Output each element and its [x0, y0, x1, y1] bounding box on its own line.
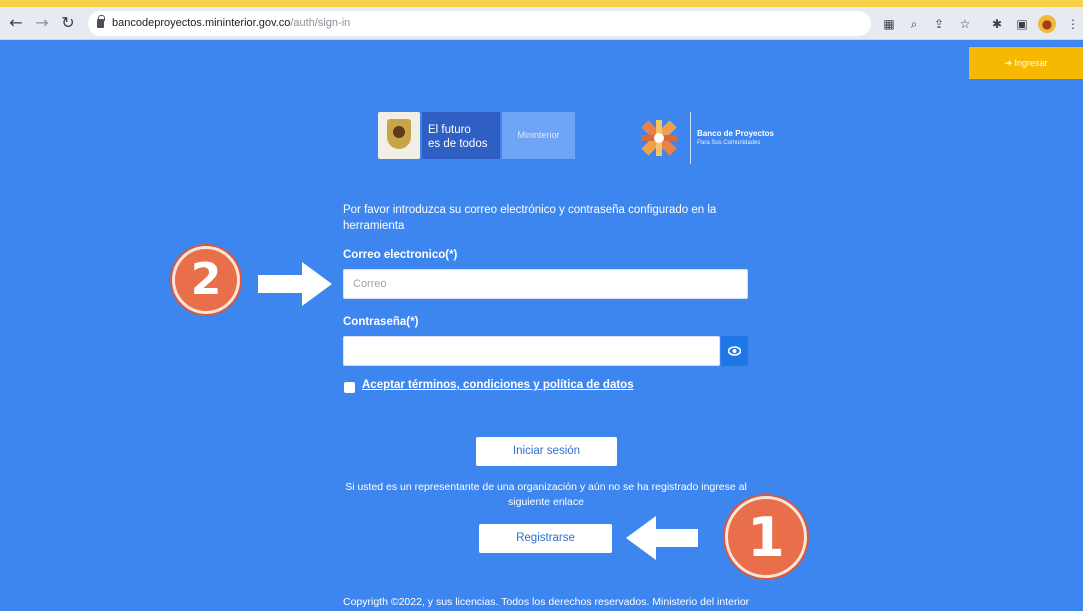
copyright-footer: Copyrigth ©2022, y sus licencias. Todos … — [343, 596, 750, 608]
extensions-puzzle-icon[interactable]: ✱ — [988, 15, 1006, 33]
back-arrow-icon[interactable]: ← — [6, 13, 26, 33]
banco-subtitle: Para Sus Comunidades — [697, 140, 761, 146]
banco-logo: Banco de Proyectos Para Sus Comunidades — [636, 112, 806, 164]
step-1-number: 1 — [747, 506, 785, 569]
step-2-number: 2 — [190, 254, 222, 305]
gov-slogan-line2: es de todos — [428, 138, 488, 150]
ministry-name: Mininterior — [502, 112, 575, 159]
email-field[interactable] — [343, 269, 748, 299]
enter-button-label: Ingresar — [1014, 58, 1048, 68]
step-1-badge: 1 — [725, 496, 807, 578]
url-host: bancodeproyectos.mininterior.gov.co — [112, 17, 291, 29]
gov-slogan: El futuro es de todos — [422, 112, 500, 159]
reload-icon[interactable]: ↻ — [58, 13, 78, 33]
browser-toolbar: ← → ↻ bancodeproyectos.mininterior.gov.c… — [0, 7, 1083, 40]
browser-top-stripe — [0, 0, 1083, 7]
translate-icon[interactable]: ▦ — [880, 15, 898, 33]
password-field[interactable] — [343, 336, 720, 366]
show-password-button[interactable] — [721, 336, 748, 366]
eye-icon — [728, 346, 741, 356]
email-label: Correo electronico(*) — [343, 249, 458, 261]
password-label: Contraseña(*) — [343, 316, 419, 328]
address-bar[interactable]: bancodeproyectos.mininterior.gov.co/auth… — [88, 11, 871, 36]
share-icon[interactable]: ⇪ — [930, 15, 948, 33]
banco-separator — [690, 112, 691, 164]
side-panel-icon[interactable]: ▣ — [1013, 15, 1031, 33]
zoom-icon[interactable]: ⌕ — [905, 15, 923, 33]
register-note: Si usted es un representante de una orga… — [345, 481, 747, 508]
profile-avatar-icon[interactable]: ● — [1038, 15, 1056, 33]
kebab-menu-icon[interactable]: ⋮ — [1064, 15, 1082, 33]
enter-button[interactable]: ➔ Ingresar — [969, 47, 1083, 79]
banco-mark-icon — [641, 120, 677, 156]
login-button[interactable]: Iniciar sesión — [476, 437, 617, 466]
left-arrow-icon — [626, 516, 698, 560]
coat-of-arms-icon — [387, 119, 411, 149]
right-arrow-icon — [258, 262, 332, 306]
register-button[interactable]: Registrarse — [479, 524, 612, 553]
terms-link[interactable]: Aceptar términos, condiciones y política… — [362, 379, 634, 391]
login-instructions: Por favor introduzca su correo electróni… — [343, 204, 717, 232]
coat-of-arms — [378, 112, 420, 159]
step-2-badge: 2 — [172, 246, 240, 314]
government-logo: El futuro es de todos Mininterior — [378, 112, 575, 159]
lock-icon — [97, 15, 105, 28]
gov-slogan-line1: El futuro — [428, 124, 471, 136]
enter-arrow-icon: ➔ — [1004, 58, 1015, 68]
url-text: bancodeproyectos.mininterior.gov.co/auth… — [112, 17, 350, 29]
forward-arrow-icon[interactable]: → — [32, 13, 52, 33]
terms-checkbox[interactable] — [344, 382, 355, 393]
banco-title: Banco de Proyectos — [697, 129, 774, 138]
bookmark-star-icon[interactable]: ☆ — [956, 15, 974, 33]
url-path: /auth/sign-in — [290, 17, 351, 29]
